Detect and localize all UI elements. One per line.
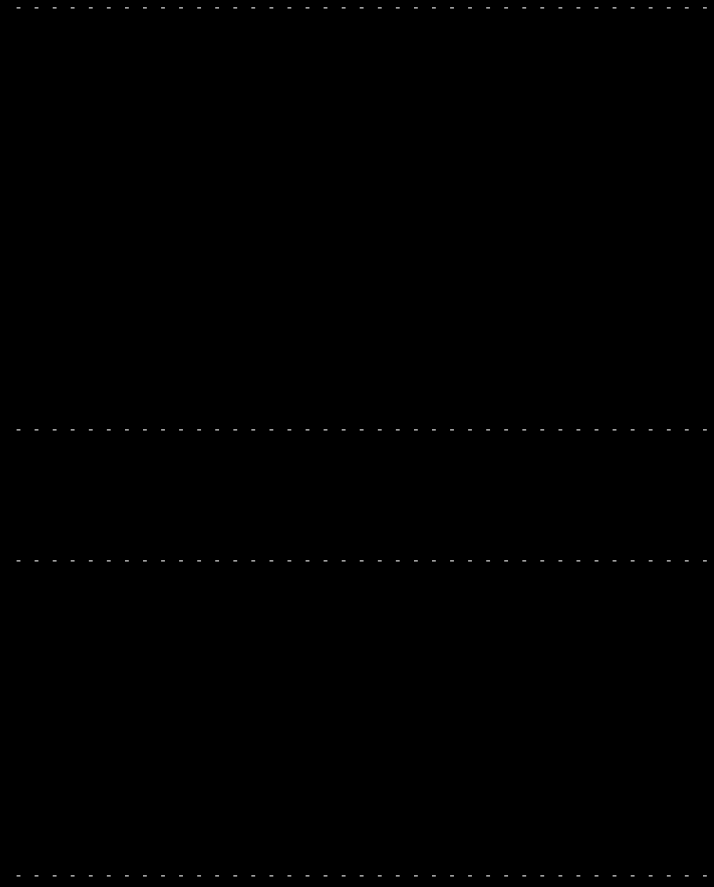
info-row: Total Mem:981 MB (151 MB Used)	[0, 133, 714, 156]
info-row: Region:Colorado	[0, 386, 714, 409]
table-row: SingaporeSG16.09 Mbps15.75 Mbps186.09 ms	[0, 809, 714, 832]
terminal-window: - - - - - - - - - - - - - - - - - - - - …	[0, 0, 714, 884]
table-row: ShenzhenCM16.02 Mbps15.21 Mbps173.44 ms	[0, 763, 714, 786]
info-row: Arch:x86_64 (64 Bit)	[0, 248, 714, 271]
io-row: I/O Speed(3rd run):160 MB/s	[0, 494, 714, 517]
info-row: Location:Littleton / US	[0, 363, 714, 386]
info-row: Load average:0.20, 0.27, 0.12	[0, 202, 714, 225]
table-row: GuangzhouCT5.93 Mbps4.60 Mbps160.31 ms	[0, 694, 714, 717]
separator-line-io: - - - - - - - - - - - - - - - - - - - - …	[14, 420, 710, 438]
info-row: CPU Cores:1	[0, 41, 714, 64]
info-row: CPU Cache:4096 KB	[0, 87, 714, 110]
info-row: Total Swap:2047 MB (0 MB Used)	[0, 156, 714, 179]
table-row: TokyoJP16.11 Mbps14.69 Mbps117.56 ms	[0, 832, 714, 855]
io-row: I/O Speed(1st run):180 MB/s	[0, 448, 714, 471]
info-row: OS:CentOS 8.3.2011	[0, 225, 714, 248]
io-row: I/O Speed(2nd run):186 MB/s	[0, 471, 714, 494]
io-speed-section: I/O Speed(1st run):180 MB/s I/O Speed(2n…	[0, 448, 714, 540]
info-row: Total Disk:18.0 GB (2.0 GB Used)	[0, 110, 714, 133]
separator-line-bottom: - - - - - - - - - - - - - - - - - - - - …	[14, 866, 710, 884]
info-row: Virtualization:KVM	[0, 317, 714, 340]
table-row: ShanghaiCT15.70 Mbps15.83 Mbps131.23 ms	[0, 648, 714, 671]
info-row: TCP CC:bbr	[0, 294, 714, 317]
table-row: GuangzhouCU15.98 Mbps15.82 Mbps167.10 ms	[0, 717, 714, 740]
table-row: BeijingCU15.73 Mbps15.63 Mbps153.85 ms	[0, 625, 714, 648]
info-row: CPU Frequency:2194.712 MHz	[0, 64, 714, 87]
system-info-section: CPU Model:Intel Xeon E3-12xx v2 (Ivy Bri…	[0, 18, 714, 409]
separator-line-top: - - - - - - - - - - - - - - - - - - - - …	[14, 0, 710, 16]
io-row: Average I/O speed:175.3 MB/s	[0, 517, 714, 540]
table-row: ShanghaiCU17.00 Mbps14.95 Mbps125.08 ms	[0, 671, 714, 694]
info-row: System uptime:0 days, 0 hour 3 min	[0, 179, 714, 202]
separator-line-network: - - - - - - - - - - - - - - - - - - - - …	[14, 551, 710, 569]
table-row: ShenzhenCU15.50 Mbps15.30 Mbps165.68 ms	[0, 740, 714, 763]
info-row: Kernel:4.18.0-147.8.1.el8_1.x86_64	[0, 271, 714, 294]
network-test-section: Node NameUpload SpeedDownload SpeedLaten…	[0, 579, 714, 855]
info-row: Organization:AS22769 DDOSING NETWORK	[0, 340, 714, 363]
network-table-header: Node NameUpload SpeedDownload SpeedLaten…	[0, 579, 714, 602]
info-row: CPU Model:Intel Xeon E3-12xx v2 (Ivy Bri…	[0, 18, 714, 41]
table-row: HongkongCN16.18 Mbps14.54 Mbps149.73 ms	[0, 786, 714, 809]
table-row: Speedtest.net15.24 Mbps14.70 Mbps29.36 m…	[0, 602, 714, 625]
